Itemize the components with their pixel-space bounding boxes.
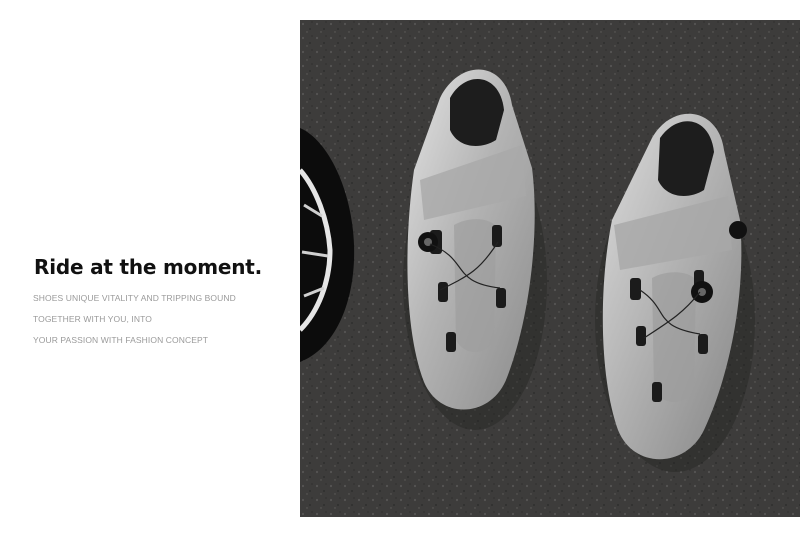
marketing-copy: Ride at the moment. SHOES UNIQUE VITALIT… <box>30 255 275 356</box>
tagline-line-1: SHOES UNIQUE VITALITY AND TRIPPING BOUND <box>33 293 236 303</box>
product-banner: Ride at the moment. SHOES UNIQUE VITALIT… <box>0 0 800 534</box>
tagline-line-3: YOUR PASSION WITH FASHION CONCEPT <box>33 335 209 345</box>
headline: Ride at the moment. <box>34 255 263 279</box>
cycling-shoes-photo <box>300 20 800 517</box>
tagline-line-2: TOGETHER WITH YOU, INTO <box>33 314 152 324</box>
